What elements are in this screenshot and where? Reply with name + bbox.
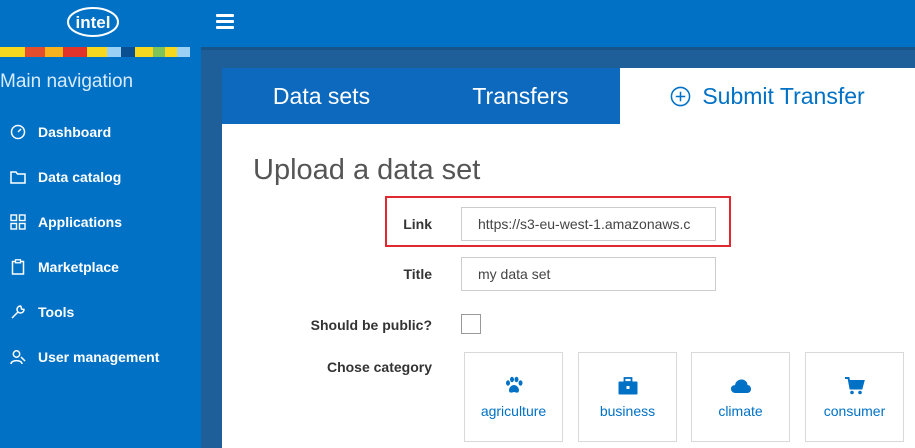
clipboard-icon — [9, 258, 27, 276]
content-top-shadow — [201, 47, 915, 50]
title-input[interactable] — [461, 257, 716, 291]
sidebar-item-label: Marketplace — [38, 259, 119, 275]
link-label: Link — [403, 216, 432, 232]
category-agriculture[interactable]: agriculture — [464, 352, 563, 442]
dashboard-icon — [9, 123, 27, 141]
users-icon — [9, 348, 27, 366]
category-label: climate — [718, 403, 763, 419]
category-business[interactable]: business — [578, 352, 677, 442]
briefcase-icon — [618, 377, 638, 395]
sidebar-item-applications[interactable]: Applications — [0, 204, 201, 240]
logo-text: intel — [76, 13, 111, 32]
title-label: Title — [403, 266, 432, 282]
sidebar-item-data-catalog[interactable]: Data catalog — [0, 159, 201, 195]
sidebar-item-label: Dashboard — [38, 124, 112, 140]
top-bar: intel — [0, 0, 915, 47]
tab-label: Submit Transfer — [702, 82, 865, 109]
folder-icon — [9, 168, 27, 186]
sidebar-item-marketplace[interactable]: Marketplace — [0, 249, 201, 285]
cloud-icon — [731, 379, 751, 393]
public-checkbox[interactable] — [461, 314, 481, 334]
public-label: Should be public? — [310, 317, 432, 333]
category-label: agriculture — [480, 403, 547, 419]
grid-icon — [9, 213, 27, 231]
tab-submit-transfer[interactable]: Submit Transfer — [620, 68, 915, 124]
sidebar-item-user-management[interactable]: User management — [0, 339, 201, 375]
sidebar-item-tools[interactable]: Tools — [0, 294, 201, 330]
paw-icon — [506, 376, 523, 393]
intel-logo[interactable]: intel — [65, 4, 121, 38]
link-input[interactable] — [461, 207, 716, 241]
category-label: business — [599, 403, 656, 419]
main-panel: Data sets Transfers Submit Transfer Uplo… — [222, 68, 915, 448]
sidebar-item-label: Data catalog — [38, 169, 122, 185]
sidebar: Main navigation Dashboard Data catalog A… — [0, 47, 201, 448]
wrench-icon — [9, 303, 27, 321]
cart-icon — [845, 377, 865, 395]
sidebar-item-label: Applications — [38, 214, 123, 230]
tab-transfers[interactable]: Transfers — [421, 68, 620, 124]
tab-data-sets[interactable]: Data sets — [222, 68, 421, 124]
category-label: Chose category — [326, 359, 432, 375]
sidebar-item-dashboard[interactable]: Dashboard — [0, 114, 201, 150]
color-stripe — [0, 47, 190, 57]
category-consumer[interactable]: consumer — [805, 352, 904, 442]
sidebar-item-label: Tools — [38, 304, 75, 320]
tab-label: Transfers — [472, 82, 569, 109]
plus-circle-icon — [670, 86, 691, 106]
hamburger-icon[interactable] — [216, 14, 234, 30]
nav-title: Main navigation — [0, 71, 134, 92]
category-label: consumer — [823, 403, 886, 419]
page-title: Upload a data set — [253, 154, 481, 186]
tab-label: Data sets — [272, 82, 371, 109]
category-climate[interactable]: climate — [691, 352, 790, 442]
sidebar-item-label: User management — [38, 349, 160, 365]
tab-bar: Data sets Transfers Submit Transfer — [222, 68, 915, 124]
